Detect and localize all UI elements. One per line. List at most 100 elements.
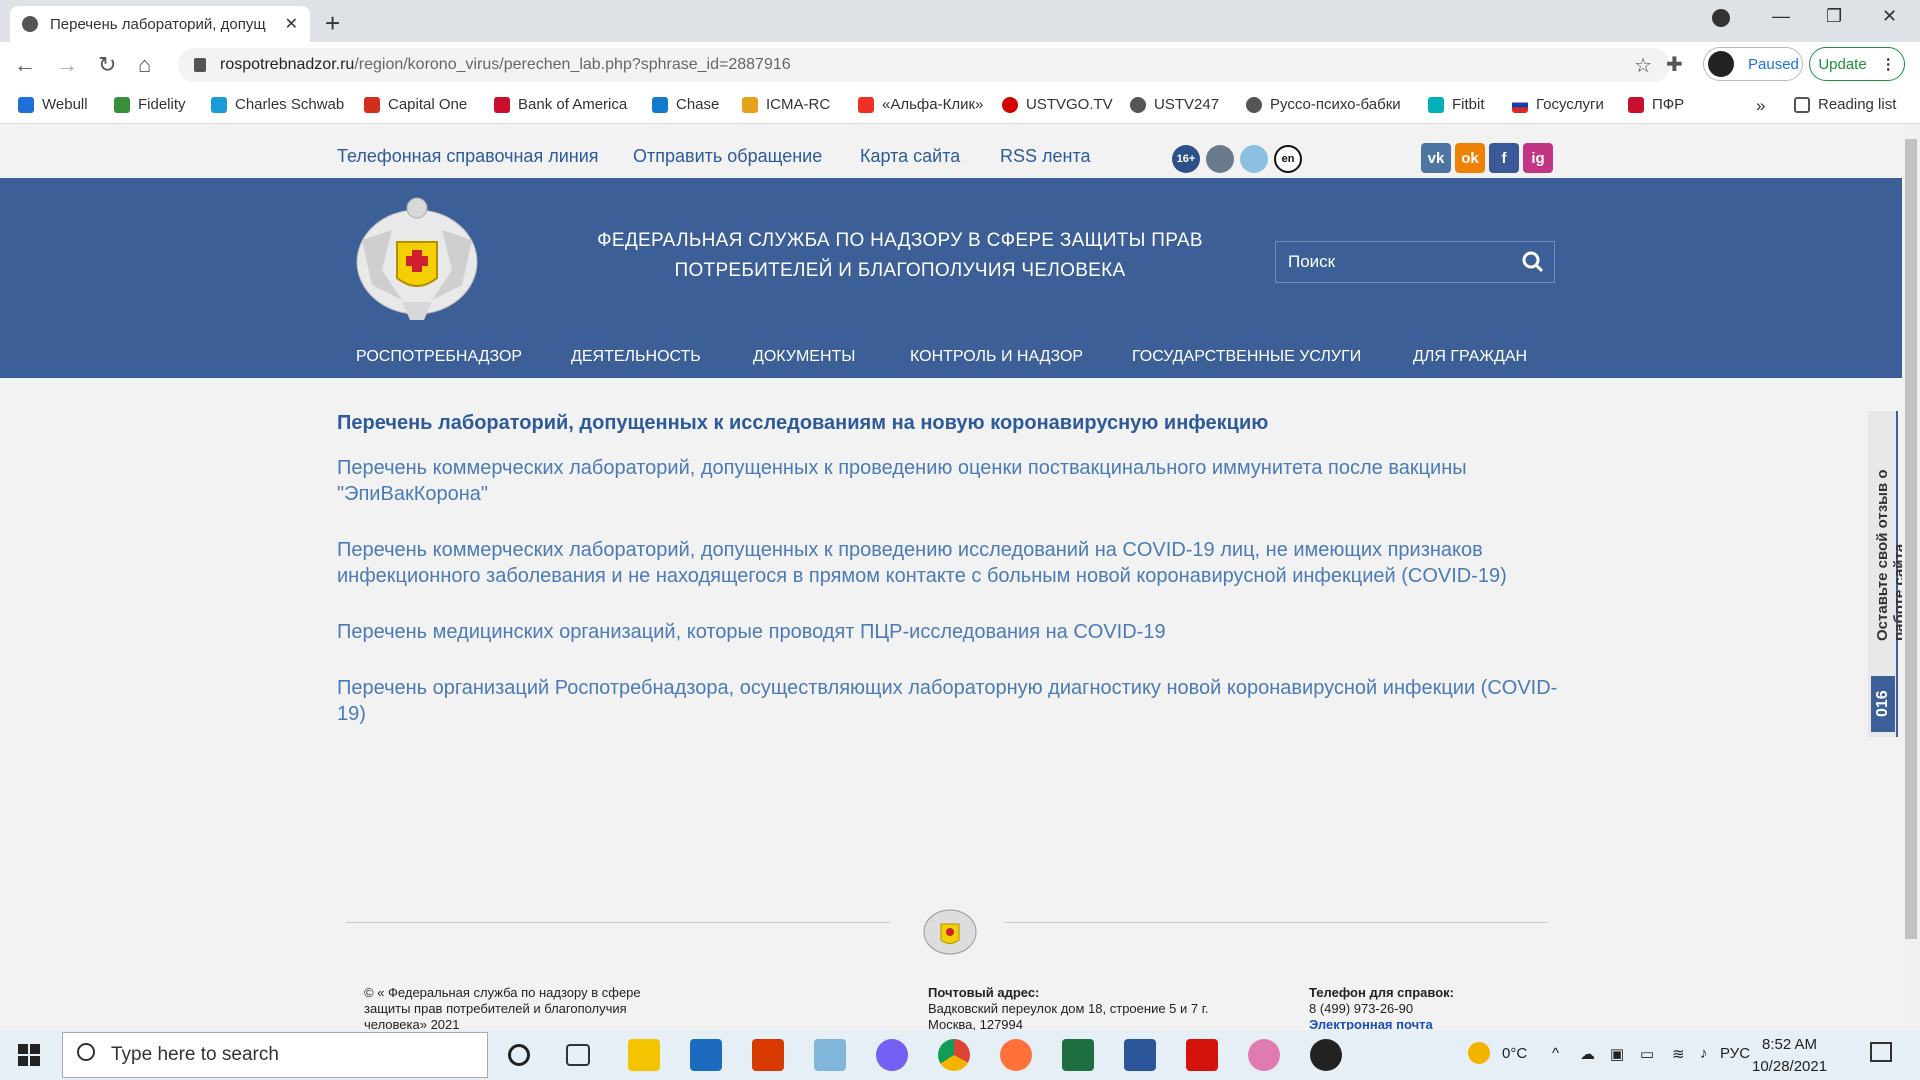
- vk-icon[interactable]: vk: [1421, 143, 1451, 173]
- scrollbar-thumb[interactable]: [1905, 139, 1917, 939]
- onedrive-icon[interactable]: ☁: [1580, 1045, 1595, 1063]
- mail-icon[interactable]: [690, 1039, 722, 1071]
- bookmark-capital-one[interactable]: Capital One: [364, 96, 467, 113]
- minimize-icon[interactable]: —: [1772, 6, 1790, 27]
- instagram-icon[interactable]: ig: [1523, 143, 1553, 173]
- browser-toolbar: ← → ↻ ⌂ rospotrebnadzor.ru /region/koron…: [0, 42, 1920, 88]
- weather-sun-icon[interactable]: [1468, 1042, 1490, 1064]
- page-scrollbar[interactable]: [1902, 125, 1920, 1030]
- bookmark-ustv247[interactable]: USTV247: [1130, 96, 1219, 113]
- lab-list-link[interactable]: Перечень организаций Роспотребнадзора, о…: [337, 675, 1567, 727]
- bookmark-star-icon[interactable]: ☆: [1634, 53, 1652, 78]
- forward-icon[interactable]: →: [56, 52, 78, 78]
- feedback-widget[interactable]: Оставьте свой отзыв о работе сайта 016: [1868, 411, 1902, 737]
- app-icon[interactable]: [1248, 1039, 1280, 1071]
- reload-icon[interactable]: ↻: [98, 52, 116, 78]
- system-clock[interactable]: 8:52 AM 10/28/2021: [1752, 1034, 1827, 1078]
- input-language[interactable]: РУС: [1720, 1045, 1750, 1062]
- more-menu-icon[interactable]: ⋮: [1881, 55, 1896, 73]
- cortana-icon[interactable]: [508, 1044, 530, 1066]
- bookmark-pfr[interactable]: ПФР: [1628, 96, 1684, 113]
- bookmark-russo[interactable]: Руссо-психо-бабки: [1246, 96, 1401, 113]
- windows-start-icon[interactable]: [18, 1044, 40, 1066]
- bookmark-fidelity[interactable]: Fidelity: [114, 96, 186, 113]
- file-explorer-icon[interactable]: [628, 1039, 660, 1071]
- tab-search-icon[interactable]: [1712, 9, 1730, 27]
- security-icon[interactable]: ▣: [1610, 1045, 1624, 1063]
- facebook-icon[interactable]: f: [1489, 143, 1519, 173]
- app-icon[interactable]: [1310, 1039, 1342, 1071]
- send-appeal-link[interactable]: Отправить обращение: [633, 146, 822, 167]
- url-host: rospotrebnadzor.ru: [220, 56, 355, 73]
- age-rating-badge: 16+: [1172, 145, 1200, 173]
- search-icon[interactable]: [1514, 242, 1554, 282]
- update-button[interactable]: Update ⋮: [1809, 47, 1905, 81]
- notifications-icon[interactable]: [1870, 1042, 1892, 1062]
- chase-icon: [652, 96, 668, 113]
- wifi-icon[interactable]: ≋: [1672, 1045, 1685, 1063]
- menu-item-rospotrebnadzor[interactable]: РОСПОТРЕБНАДЗОР: [356, 348, 522, 366]
- bookmark-label: «Альфа-Клик»: [882, 96, 984, 113]
- chrome-icon[interactable]: [938, 1039, 970, 1071]
- lab-list-link[interactable]: Перечень коммерческих лабораторий, допущ…: [337, 455, 1567, 507]
- url-path: /region/korono_virus/perechen_lab.php?sp…: [354, 56, 791, 73]
- lab-list-link[interactable]: Перечень коммерческих лабораторий, допущ…: [337, 537, 1567, 589]
- reading-list-button[interactable]: Reading list: [1794, 96, 1896, 113]
- volume-icon[interactable]: ♪: [1700, 1045, 1708, 1062]
- bookmark-label: Charles Schwab: [235, 96, 345, 113]
- footer-divider: [346, 922, 890, 923]
- new-tab-icon[interactable]: +: [325, 8, 340, 39]
- menu-item-control[interactable]: КОНТРОЛЬ И НАДЗОР: [910, 348, 1083, 366]
- menu-item-state-services[interactable]: ГОСУДАРСТВЕННЫЕ УСЛУГИ: [1132, 348, 1361, 366]
- menu-item-for-citizens[interactable]: ДЛЯ ГРАЖДАН: [1413, 348, 1527, 366]
- hotline-link[interactable]: Телефонная справочная линия: [337, 146, 599, 167]
- bookmark-charles-schwab[interactable]: Charles Schwab: [211, 96, 344, 113]
- bookmark-alfa-click[interactable]: «Альфа-Клик»: [858, 96, 983, 113]
- extensions-puzzle-icon[interactable]: ✚: [1666, 52, 1683, 77]
- menu-item-activity[interactable]: ДЕЯТЕЛЬНОСТЬ: [571, 348, 701, 366]
- excel-icon[interactable]: [1062, 1039, 1094, 1071]
- temperature[interactable]: 0°C: [1502, 1045, 1527, 1062]
- browser-tab[interactable]: Перечень лабораторий, допущ ✕: [10, 6, 310, 42]
- office-icon[interactable]: [752, 1039, 784, 1071]
- firefox-icon[interactable]: [1000, 1039, 1032, 1071]
- odnoklassniki-icon[interactable]: ok: [1455, 143, 1485, 173]
- address-bar[interactable]: rospotrebnadzor.ru /region/korono_virus/…: [178, 48, 1670, 82]
- profile-button[interactable]: Paused: [1703, 47, 1803, 81]
- bookmark-bank-of-america[interactable]: Bank of America: [494, 96, 627, 113]
- english-version-badge[interactable]: en: [1274, 145, 1302, 173]
- bookmark-gosuslugi[interactable]: Госуслуги: [1512, 96, 1604, 113]
- russia-flag-icon: [1512, 96, 1528, 113]
- bookmark-chase[interactable]: Chase: [652, 96, 719, 113]
- viber-icon[interactable]: [876, 1039, 908, 1071]
- back-icon[interactable]: ←: [14, 52, 36, 78]
- bookmark-ustvgo[interactable]: USTVGO.TV: [1002, 96, 1113, 113]
- home-icon[interactable]: ⌂: [138, 52, 151, 78]
- taskbar-search[interactable]: Type here to search: [62, 1032, 488, 1078]
- bookmark-webull[interactable]: Webull: [18, 96, 88, 113]
- bookmark-fitbit[interactable]: Fitbit: [1428, 96, 1485, 113]
- page-title: Перечень лабораторий, допущенных к иссле…: [337, 412, 1269, 434]
- coat-of-arms-emblem[interactable]: [352, 190, 482, 326]
- bookmark-icma-rc[interactable]: ICMA-RC: [742, 96, 830, 113]
- rss-link[interactable]: RSS лента: [1000, 146, 1091, 167]
- bookmark-label: ICMA-RC: [766, 96, 831, 113]
- task-view-icon[interactable]: [566, 1044, 590, 1066]
- search-input[interactable]: [1288, 252, 1514, 272]
- battery-icon[interactable]: ▭: [1640, 1045, 1654, 1063]
- lab-list-link[interactable]: Перечень медицинских организаций, которы…: [337, 619, 1567, 645]
- acrobat-icon[interactable]: [1186, 1039, 1218, 1071]
- email-link[interactable]: Электронная почта: [1309, 1017, 1569, 1030]
- accessibility-icon[interactable]: [1206, 145, 1234, 173]
- close-tab-icon[interactable]: ✕: [285, 14, 298, 34]
- word-icon[interactable]: [1124, 1039, 1156, 1071]
- sitemap-link[interactable]: Карта сайта: [860, 146, 960, 167]
- menu-item-documents[interactable]: ДОКУМЕНТЫ: [753, 348, 855, 366]
- footer-emblem: [923, 909, 977, 955]
- maximize-icon[interactable]: ❐: [1826, 6, 1842, 27]
- app-icon[interactable]: [814, 1039, 846, 1071]
- visually-impaired-icon[interactable]: [1240, 145, 1268, 173]
- close-window-icon[interactable]: ✕: [1882, 6, 1897, 27]
- bookmarks-overflow-icon[interactable]: »: [1756, 96, 1765, 116]
- tray-expand-icon[interactable]: ^: [1552, 1045, 1559, 1062]
